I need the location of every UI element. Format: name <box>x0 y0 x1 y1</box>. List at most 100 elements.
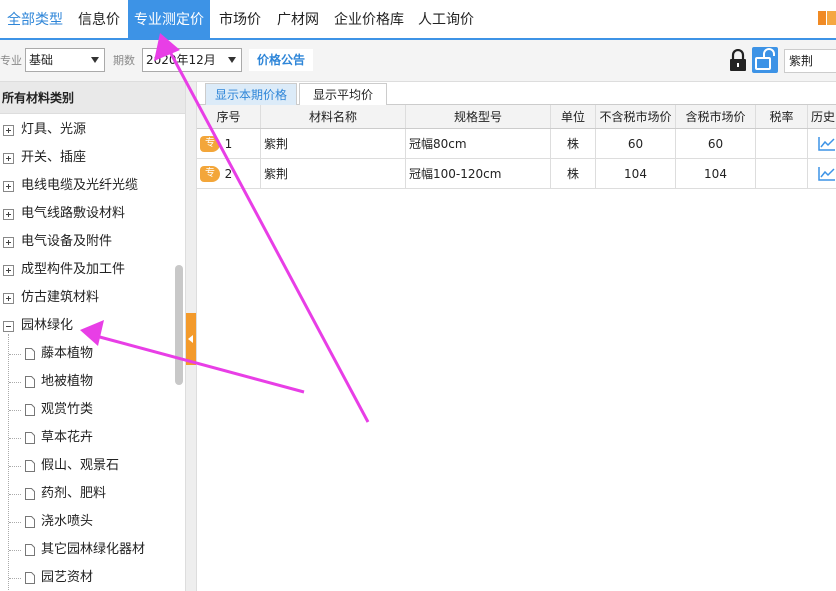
search-input[interactable]: 紫荆 <box>784 49 836 73</box>
filter-bar: 专业 基础 期数 2020年12月 价格公告 紫荆 <box>0 40 836 82</box>
chevron-down-icon <box>91 57 99 63</box>
period-value: 2020年12月 <box>146 53 216 67</box>
specialty-select[interactable]: 基础 <box>25 48 105 72</box>
cell-unit: 株 <box>551 159 596 188</box>
chevron-left-icon <box>188 335 193 343</box>
unlock-icon[interactable] <box>752 47 778 73</box>
col-header[interactable]: 材料名称 <box>261 105 406 128</box>
nav-all-types[interactable]: 全部类型 <box>0 0 70 38</box>
cell-tax-rate <box>756 159 808 188</box>
tree-leaf[interactable]: 草本花卉 <box>0 424 175 452</box>
tree-category[interactable]: 开关、插座 <box>0 144 175 172</box>
tree-category[interactable]: 灯具、光源 <box>0 116 175 144</box>
document-icon <box>25 488 35 500</box>
expand-icon[interactable] <box>3 125 14 136</box>
tree-leaf[interactable]: 假山、观景石 <box>0 452 175 480</box>
tree-category[interactable]: 电气设备及附件 <box>0 228 175 256</box>
nav-enterprise-library[interactable]: 企业价格库 <box>328 0 410 38</box>
col-header[interactable]: 不含税市场价 <box>596 105 676 128</box>
tree-category-label: 成型构件及加工件 <box>21 262 126 277</box>
tree-category[interactable]: 成型构件及加工件 <box>0 256 175 284</box>
expand-icon[interactable] <box>3 293 14 304</box>
cell-price-ex-tax: 60 <box>596 129 676 158</box>
tree-leaf-label: 假山、观景石 <box>41 458 120 473</box>
tree-leaf-label: 观赏竹类 <box>41 402 94 417</box>
tree-category[interactable]: 电线电缆及光纤光缆 <box>0 172 175 200</box>
document-icon <box>25 544 35 556</box>
tree-category-label: 电气设备及附件 <box>21 234 113 249</box>
tree-leaf-label: 浇水喷头 <box>41 514 94 529</box>
tree-leaf[interactable]: 其它园林绿化器材 <box>0 536 175 564</box>
expand-icon[interactable] <box>3 237 14 248</box>
price-notice-button[interactable]: 价格公告 <box>249 49 313 71</box>
tree-category[interactable]: 电气线路敷设材料 <box>0 200 175 228</box>
tree-category-label: 电气线路敷设材料 <box>21 206 126 221</box>
col-header[interactable]: 含税市场价 <box>676 105 756 128</box>
col-header[interactable]: 单位 <box>551 105 596 128</box>
expand-icon[interactable] <box>3 181 14 192</box>
collapse-panel-handle[interactable] <box>186 313 196 365</box>
trend-chart-icon[interactable] <box>818 136 836 151</box>
tree-category[interactable]: 仿古建筑材料 <box>0 284 175 312</box>
tree-leaf[interactable]: 园艺资材 <box>0 564 175 591</box>
document-icon <box>25 376 35 388</box>
col-header[interactable]: 序号 <box>197 105 261 128</box>
cell-index: 专 1 <box>197 129 261 158</box>
cell-name: 紫荆 <box>261 129 406 158</box>
tree-category-label: 仿古建筑材料 <box>21 290 100 305</box>
col-header[interactable]: 规格型号 <box>406 105 551 128</box>
cell-price-inc-tax: 60 <box>676 129 756 158</box>
document-icon <box>25 572 35 584</box>
expand-icon[interactable] <box>3 209 14 220</box>
cell-history <box>808 159 836 188</box>
nav-guangcai-net[interactable]: 广材网 <box>270 0 326 38</box>
tree-leaf-label: 园艺资材 <box>41 570 94 585</box>
cell-index: 专 2 <box>197 159 261 188</box>
tree-leaf[interactable]: 藤本植物 <box>0 340 175 368</box>
tree-leaf-label: 其它园林绿化器材 <box>41 542 146 557</box>
cell-tax-rate <box>756 129 808 158</box>
tree-header: 所有材料类别 <box>0 82 185 114</box>
nav-info-price[interactable]: 信息价 <box>72 0 126 38</box>
nav-manual-inquiry[interactable]: 人工询价 <box>412 0 480 38</box>
tree-leaf-label: 草本花卉 <box>41 430 94 445</box>
chevron-down-icon <box>228 57 236 63</box>
col-header[interactable]: 历史 <box>808 105 836 128</box>
tree-category-garden-greening[interactable]: 园林绿化 <box>0 312 175 340</box>
price-tabs: 显示本期价格 显示平均价 <box>197 82 836 105</box>
tree-leaf[interactable]: 观赏竹类 <box>0 396 175 424</box>
tree-category-label: 开关、插座 <box>21 150 87 165</box>
table-row[interactable]: 专 2 紫荆 冠幅100-120cm 株 104 104 <box>197 159 836 189</box>
tree-scrollbar[interactable] <box>175 265 183 385</box>
document-icon <box>25 348 35 360</box>
tree-leaf[interactable]: 药剂、肥料 <box>0 480 175 508</box>
specialty-label: 专业 <box>0 54 22 67</box>
document-icon <box>25 516 35 528</box>
table-header: 序号 材料名称 规格型号 单位 不含税市场价 含税市场价 税率 历史 <box>197 105 836 129</box>
cell-unit: 株 <box>551 129 596 158</box>
document-icon <box>25 460 35 472</box>
table-row[interactable]: 专 1 紫荆 冠幅80cm 株 60 60 <box>197 129 836 159</box>
tree-leaf-label: 藤本植物 <box>41 346 94 361</box>
expand-icon[interactable] <box>3 153 14 164</box>
nav-market-price[interactable]: 市场价 <box>212 0 268 38</box>
collapse-icon[interactable] <box>3 321 14 332</box>
document-icon <box>25 432 35 444</box>
tab-average-price[interactable]: 显示平均价 <box>299 83 387 105</box>
tab-current-price[interactable]: 显示本期价格 <box>205 83 297 105</box>
cell-spec: 冠幅80cm <box>406 129 551 158</box>
tree-category-label: 园林绿化 <box>21 318 74 333</box>
tree-category-label: 灯具、光源 <box>21 122 87 137</box>
lock-icon[interactable] <box>728 49 748 73</box>
col-header[interactable]: 税率 <box>756 105 808 128</box>
specialty-value: 基础 <box>29 53 54 67</box>
tree-leaf[interactable]: 地被植物 <box>0 368 175 396</box>
cell-price-ex-tax: 104 <box>596 159 676 188</box>
book-icon[interactable] <box>818 9 836 27</box>
nav-professional-price[interactable]: 专业测定价 <box>128 0 210 38</box>
period-select[interactable]: 2020年12月 <box>142 48 242 72</box>
trend-chart-icon[interactable] <box>818 166 836 181</box>
cell-history <box>808 129 836 158</box>
expand-icon[interactable] <box>3 265 14 276</box>
tree-leaf[interactable]: 浇水喷头 <box>0 508 175 536</box>
